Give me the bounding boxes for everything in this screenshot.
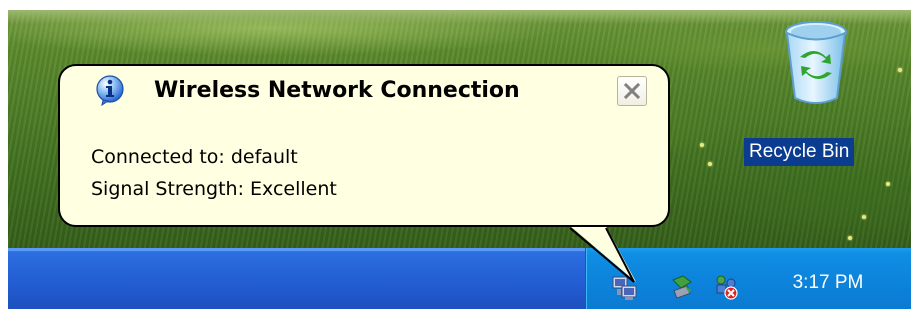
recycle-bin-shortcut[interactable]: Recycle Bin [743, 18, 903, 168]
info-icon [94, 74, 126, 107]
wallpaper-flower [886, 182, 890, 186]
safely-remove-hardware-icon[interactable] [669, 274, 695, 300]
balloon-connection-text: Connected to: default [91, 146, 298, 168]
balloon-title: Wireless Network Connection [154, 78, 520, 103]
screen: Recycle Bin 3:17 PM Wireless Network Con… [8, 10, 911, 309]
wallpaper-flower [848, 236, 852, 240]
close-button[interactable] [617, 76, 647, 106]
balloon-signal-text: Signal Strength: Excellent [91, 178, 337, 200]
recycle-bin-icon [783, 18, 849, 110]
recycle-bin-label: Recycle Bin [744, 138, 855, 166]
network-error-icon[interactable] [713, 274, 739, 300]
wallpaper-flower [700, 143, 704, 147]
taskbar-clock[interactable]: 3:17 PM [768, 270, 888, 296]
wallpaper-flower [708, 162, 712, 166]
notification-balloon[interactable]: Wireless Network Connection Connected to… [58, 64, 670, 227]
balloon-pointer [569, 226, 636, 283]
close-icon [623, 82, 641, 100]
wallpaper-flower [862, 215, 866, 219]
